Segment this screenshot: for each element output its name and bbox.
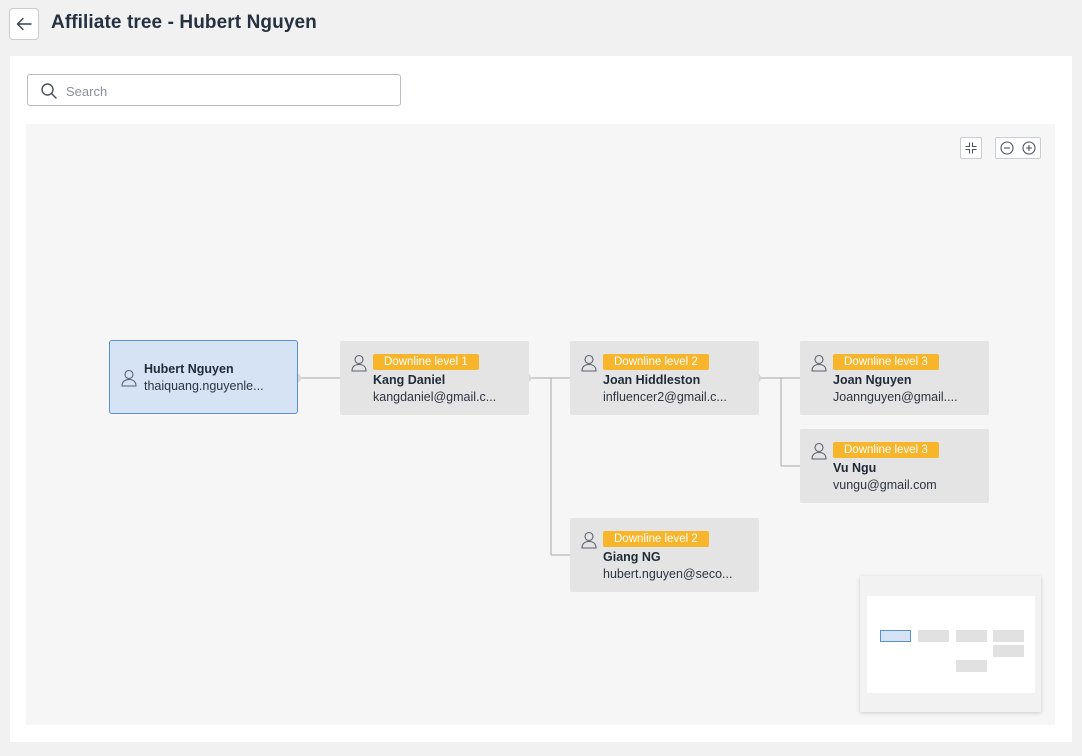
tree-node-root[interactable]: Hubert Nguyen thaiquang.nguyenle...	[109, 340, 298, 414]
node-name: Giang NG	[603, 550, 661, 564]
level-badge: Downline level 3	[833, 442, 939, 458]
minimap-node	[918, 630, 949, 642]
node-name: Joan Hiddleston	[603, 373, 701, 387]
tree-node[interactable]: Downline level 1 Kang Daniel kangdaniel@…	[340, 341, 529, 415]
node-email: Joannguyen@gmail....	[833, 390, 958, 404]
node-email: hubert.nguyen@seco...	[603, 567, 733, 581]
arrow-left-icon	[16, 17, 32, 31]
level-badge: Downline level 2	[603, 531, 709, 547]
minimap-viewport	[867, 596, 1035, 693]
search-field[interactable]	[27, 74, 401, 106]
minimap-node	[956, 660, 987, 672]
search-icon	[41, 83, 57, 99]
level-badge: Downline level 1	[373, 354, 479, 370]
tree-node[interactable]: Downline level 2 Joan Hiddleston influen…	[570, 341, 759, 415]
user-icon	[581, 354, 597, 372]
search-input[interactable]	[64, 79, 388, 103]
tree-node[interactable]: Downline level 2 Giang NG hubert.nguyen@…	[570, 518, 759, 592]
page-title: Affiliate tree - Hubert Nguyen	[51, 12, 317, 33]
level-badge: Downline level 2	[603, 354, 709, 370]
level-badge: Downline level 3	[833, 354, 939, 370]
tree-node[interactable]: Downline level 3 Vu Ngu vungu@gmail.com	[800, 429, 989, 503]
node-name: Hubert Nguyen	[144, 362, 234, 376]
minimap-node	[956, 630, 987, 642]
node-email: vungu@gmail.com	[833, 478, 937, 492]
node-email: kangdaniel@gmail.c...	[373, 390, 497, 404]
node-email: influencer2@gmail.c...	[603, 390, 727, 404]
minimap[interactable]	[860, 576, 1041, 712]
minimap-node	[993, 630, 1024, 642]
content-panel: Hubert Nguyen thaiquang.nguyenle... Down…	[10, 56, 1072, 742]
user-icon	[351, 354, 367, 372]
minimap-node	[993, 645, 1024, 657]
node-email: thaiquang.nguyenle...	[144, 379, 264, 393]
node-name: Kang Daniel	[373, 373, 446, 387]
minimap-node-root	[880, 630, 911, 642]
tree-canvas[interactable]: Hubert Nguyen thaiquang.nguyenle... Down…	[26, 124, 1055, 725]
node-name: Joan Nguyen	[833, 373, 912, 387]
back-button[interactable]	[9, 8, 39, 40]
user-icon	[811, 354, 827, 372]
user-icon	[581, 531, 597, 549]
tree-node[interactable]: Downline level 3 Joan Nguyen Joannguyen@…	[800, 341, 989, 415]
user-icon	[811, 442, 827, 460]
user-icon	[121, 369, 137, 387]
node-name: Vu Ngu	[833, 461, 877, 475]
page-header: Affiliate tree - Hubert Nguyen	[0, 0, 1082, 52]
